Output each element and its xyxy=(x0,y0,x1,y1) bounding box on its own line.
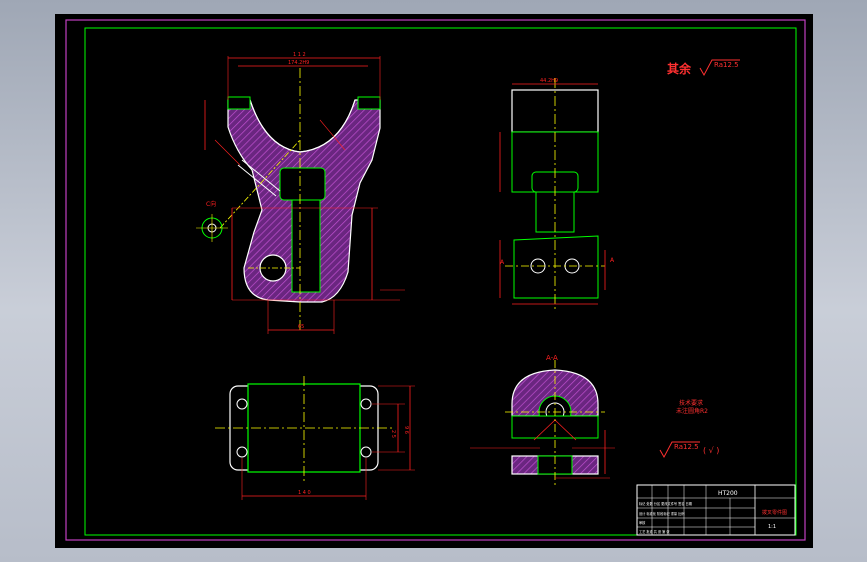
plan-right-dim-inner: 2 5 xyxy=(390,430,396,438)
title-material: HT200 xyxy=(718,490,738,497)
cad-drawing-sheet: 1 1 2 174.2H9 65 C向 44.2H9 A A 1 4 0 2 5… xyxy=(55,14,813,548)
roughness-note-text: 其余 xyxy=(667,61,692,76)
plan-bottom-dim: 1 4 0 xyxy=(298,490,311,496)
tech-req-line: 未注圆角R2 xyxy=(676,407,708,415)
title-part-name: 拨叉零件图 xyxy=(762,509,787,516)
front-top-fit-dim: 174.2H9 xyxy=(288,60,309,66)
side-lower-block xyxy=(513,235,599,299)
fork-center-slot xyxy=(279,167,326,201)
front-bottom-dim: 65 xyxy=(298,324,304,330)
c-view-label: C向 xyxy=(206,200,216,208)
title-scale: 1:1 xyxy=(768,524,776,530)
plan-right-dim-outer: 9 6 xyxy=(403,426,409,434)
section-label: A-A xyxy=(546,354,558,362)
title-row3: 审核 xyxy=(639,520,646,525)
fork-shaft-slot xyxy=(291,199,321,293)
tech-req-title: 技术要求 xyxy=(679,399,703,407)
roughness-paren: ( √ ) xyxy=(703,446,719,455)
title-row4: 工艺 批准 共 张 第 张 xyxy=(639,529,670,534)
drawing-background xyxy=(55,14,813,548)
fork-right-lug xyxy=(357,96,381,110)
title-row2: 设计 标准化 阶段标记 重量 比例 xyxy=(639,511,685,516)
title-row1: 标记 处数 分区 更改文件号 签名 日期 xyxy=(639,501,692,506)
roughness-value-top: Ra12.5 xyxy=(714,61,739,69)
side-top-dim: 44.2H9 xyxy=(540,78,558,84)
title-block: HT200 拨叉零件图 1:1 标记 处数 分区 更改文件号 签名 日期 设计 … xyxy=(636,484,796,536)
front-top-overall-dim: 1 1 2 xyxy=(293,52,306,58)
roughness-value-bottom: Ra12.5 xyxy=(674,443,699,451)
fork-left-lug xyxy=(227,96,251,110)
